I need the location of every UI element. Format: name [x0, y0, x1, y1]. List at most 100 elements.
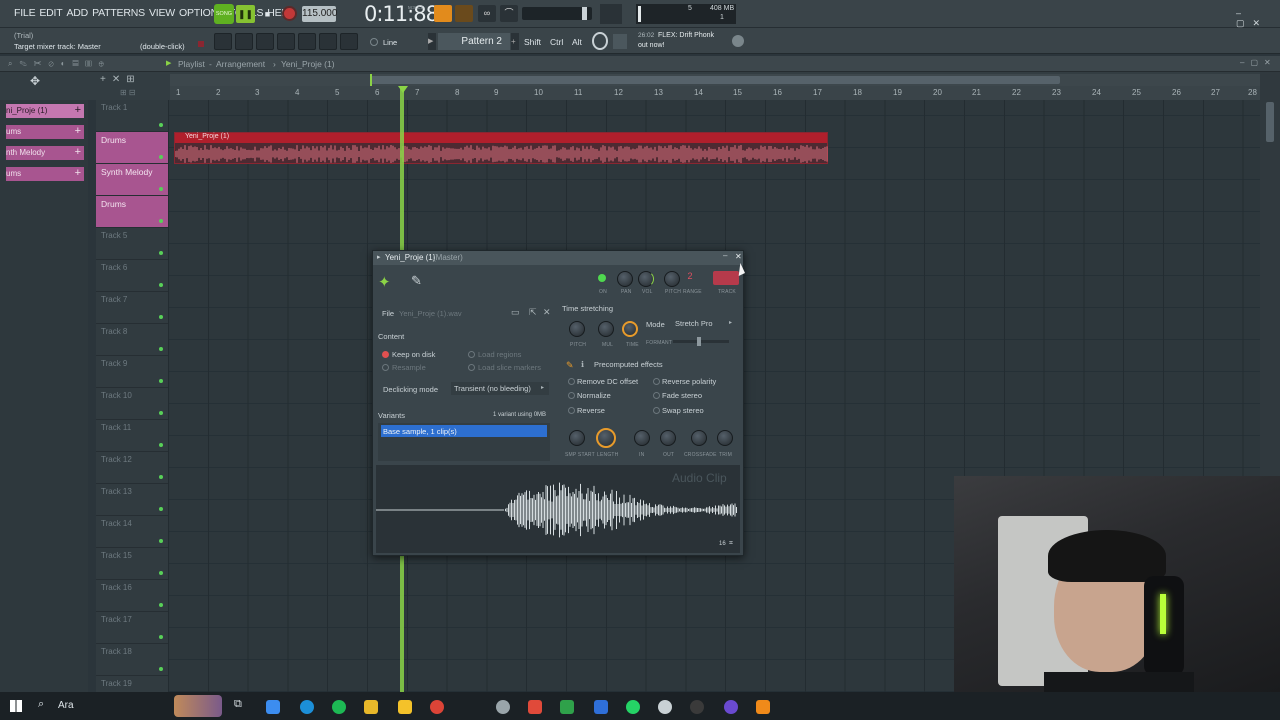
track-led[interactable]	[159, 507, 163, 511]
chrome-icon[interactable]	[430, 700, 444, 714]
variant-item[interactable]: Base sample, 1 clip(s)	[381, 425, 547, 437]
ts-pitch-knob[interactable]	[569, 321, 585, 337]
in-knob[interactable]	[634, 430, 650, 446]
track-led[interactable]	[159, 411, 163, 415]
track-header[interactable]: Track 18	[96, 644, 168, 676]
record-icon[interactable]	[282, 6, 297, 21]
fl-studio-icon[interactable]	[756, 700, 770, 714]
spotify-icon[interactable]	[332, 700, 346, 714]
playlist-tools[interactable]: ⌕✎✂⊘◐▤▥⊕	[8, 59, 111, 69]
keep-on-disk-radio[interactable]	[382, 351, 389, 358]
update-icon[interactable]	[732, 35, 744, 47]
track-led[interactable]	[159, 635, 163, 639]
news-icon[interactable]	[613, 34, 627, 49]
track-led[interactable]	[159, 155, 163, 159]
picker-item[interactable]: nth Melody +	[6, 146, 84, 160]
track-header[interactable]: Drums	[96, 196, 168, 228]
whatsapp-icon[interactable]	[626, 700, 640, 714]
channel-on-led[interactable]	[598, 274, 606, 282]
track-header[interactable]: Track 16	[96, 580, 168, 612]
add-icon[interactable]: +	[75, 146, 81, 158]
pan-knob[interactable]	[617, 271, 633, 287]
windows-start-icon[interactable]	[10, 700, 22, 712]
menu-add[interactable]: ADD	[67, 7, 89, 19]
wrench-icon[interactable]: ✎	[411, 273, 422, 289]
volume-knob[interactable]	[638, 271, 654, 287]
menu-file[interactable]: FILE	[14, 7, 36, 19]
pattern-selector[interactable]: Pattern 2	[438, 33, 510, 50]
plugin-picker-icon[interactable]	[319, 33, 337, 50]
file-explorer-icon[interactable]	[364, 700, 378, 714]
declicking-select[interactable]: Transient (no bleeding) ▸	[451, 382, 549, 395]
pattern-prev-icon[interactable]: ▶	[428, 33, 436, 50]
browser-icon[interactable]	[298, 33, 316, 50]
mixer-track-selector[interactable]	[713, 271, 739, 285]
ts-time-knob[interactable]	[622, 321, 638, 337]
window-titlebar[interactable]: ▸ Yeni_Proje (1) (Master) – ✕	[373, 251, 743, 265]
pause-icon[interactable]: ❚❚	[236, 5, 255, 23]
effect-checkbox[interactable]	[653, 378, 660, 385]
track-led[interactable]	[159, 475, 163, 479]
shift-button[interactable]: Shift	[524, 34, 544, 50]
wait-icon[interactable]: ∞	[478, 5, 496, 22]
out-knob[interactable]	[660, 430, 676, 446]
track-led[interactable]	[159, 219, 163, 223]
playlist-window-controls[interactable]: –▢✕	[1240, 58, 1277, 67]
picker-item[interactable]: ums +	[6, 167, 84, 181]
load-regions-radio[interactable]	[468, 351, 475, 358]
track-led[interactable]	[159, 347, 163, 351]
menu-patterns[interactable]: PATTERNS	[92, 7, 145, 19]
crossfade-knob[interactable]	[691, 430, 707, 446]
scroll-thumb[interactable]	[1266, 102, 1274, 142]
online-icon[interactable]	[592, 32, 608, 50]
track-header[interactable]: Track 8	[96, 324, 168, 356]
track-header[interactable]: Track 1	[96, 100, 168, 132]
mixer-icon[interactable]	[277, 33, 295, 50]
track-header[interactable]: Track 12	[96, 452, 168, 484]
length-knob[interactable]	[596, 428, 616, 448]
load-slice-radio[interactable]	[468, 364, 475, 371]
range-value[interactable]: 2	[683, 271, 697, 285]
bar-ruler[interactable]: 1 2 3 4 5 6 7 8 9 10 11 12 13 14 15 16 1…	[170, 86, 1260, 100]
track-header[interactable]: Track 15	[96, 548, 168, 580]
track-led[interactable]	[159, 539, 163, 543]
store-icon[interactable]	[398, 700, 412, 714]
clip-header[interactable]: Yeni_Proje (1)	[175, 133, 827, 143]
window-controls[interactable]: –▢✕	[1236, 8, 1280, 29]
pitch-knob[interactable]	[664, 271, 680, 287]
close-icon[interactable]: ✕	[735, 252, 742, 261]
app-icon[interactable]	[496, 700, 510, 714]
track-header[interactable]: Synth Melody	[96, 164, 168, 196]
ctrl-button[interactable]: Ctrl	[550, 34, 566, 50]
channel-rack-icon[interactable]	[256, 33, 274, 50]
effect-checkbox[interactable]	[568, 407, 575, 414]
add-icon[interactable]: +	[75, 125, 81, 137]
snap-selector[interactable]: Line	[383, 38, 397, 47]
remove-icon[interactable]: ✕	[543, 307, 551, 318]
metronome-icon[interactable]	[434, 5, 452, 22]
ts-mul-knob[interactable]	[598, 321, 614, 337]
track-header[interactable]: Track 14	[96, 516, 168, 548]
scroll-thumb[interactable]	[370, 76, 1060, 84]
outlook-icon[interactable]	[594, 700, 608, 714]
app-icon[interactable]	[658, 700, 672, 714]
track-led[interactable]	[159, 603, 163, 607]
track-led[interactable]	[159, 379, 163, 383]
mode-select[interactable]: Stretch Pro ▸	[673, 318, 735, 330]
picker-move-icon[interactable]: ✥	[30, 74, 40, 88]
edge-icon[interactable]	[300, 700, 314, 714]
effect-checkbox[interactable]	[568, 392, 575, 399]
copilot-icon[interactable]	[266, 700, 280, 714]
track-header[interactable]: Track 6	[96, 260, 168, 292]
collapse-icon[interactable]: ▸	[377, 253, 381, 261]
loop-record-icon[interactable]: ⌒	[500, 5, 518, 22]
game-icon[interactable]	[560, 700, 574, 714]
timeline-tools[interactable]: +✕⊞	[100, 74, 141, 85]
obs-icon[interactable]	[690, 700, 704, 714]
master-volume-slider[interactable]	[522, 7, 592, 20]
track-header[interactable]: Track 5	[96, 228, 168, 260]
menu-edit[interactable]: EDIT	[39, 7, 62, 19]
track-led[interactable]	[159, 315, 163, 319]
formant-handle[interactable]	[697, 337, 701, 346]
effect-checkbox[interactable]	[653, 392, 660, 399]
